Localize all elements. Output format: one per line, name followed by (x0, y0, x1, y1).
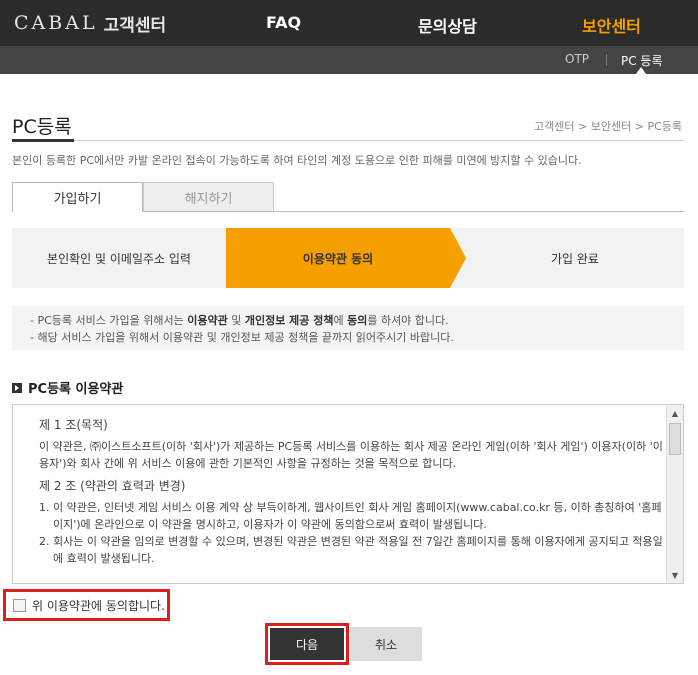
step-progress: 본인확인 및 이메일주소 입력 이용약관 동의 가입 완료 (12, 228, 684, 288)
subnav-divider (606, 54, 607, 66)
scroll-up-icon[interactable]: ▲ (667, 405, 683, 421)
nav-inquiry[interactable]: 문의상담 (418, 13, 477, 37)
page-title: PC등록 (12, 116, 72, 138)
step-complete: 가입 완료 (551, 251, 599, 266)
logo[interactable]: CABAL 고객센터 (14, 11, 167, 36)
next-button-highlight: 다음 (265, 623, 349, 665)
article-2-title: 제 2 조 (약관의 효력과 변경) (39, 479, 186, 493)
scroll-thumb[interactable] (669, 423, 681, 455)
title-divider (12, 140, 684, 141)
tab-join[interactable]: 가입하기 (12, 182, 143, 212)
sub-nav: OTP PC 등록 (0, 46, 698, 74)
terms-content: 제 1 조(목적) 이 약관은, ㈜이스트소프트(이하 '회사')가 제공하는 … (39, 417, 663, 567)
terms-scroll-box[interactable]: 제 1 조(목적) 이 약관은, ㈜이스트소프트(이하 '회사')가 제공하는 … (12, 404, 684, 584)
next-button[interactable]: 다음 (270, 628, 344, 660)
article-2-item: 1. 이 약관은, 인터넷 게임 서비스 이용 계약 상 부득이하게, 웹사이트… (39, 501, 662, 531)
article-2-item: 2. 회사는 이 약관을 임의로 변경할 수 있으며, 변경된 약관은 변경된 … (39, 535, 663, 565)
agree-label[interactable]: 위 이용약관에 동의합니다. (32, 597, 165, 614)
step-identity-email: 본인확인 및 이메일주소 입력 (47, 251, 191, 266)
notice-box: - PC등록 서비스 가입을 위해서는 이용약관 및 개인정보 제공 정책에 동… (12, 306, 684, 350)
cancel-button[interactable]: 취소 (350, 627, 422, 661)
nav-faq[interactable]: FAQ (266, 13, 301, 32)
notice-line-2: - 해당 서비스 가입을 위해서 이용약관 및 개인정보 제공 정책을 끝까지 … (30, 331, 454, 344)
step-terms-agreement: 이용약관 동의 (226, 228, 450, 288)
breadcrumb: 고객센터 > 보안센터 > PC등록 (534, 120, 682, 133)
agree-highlight: 위 이용약관에 동의합니다. (3, 589, 170, 621)
bullet-arrow-icon (12, 382, 22, 393)
step-arrow (450, 228, 466, 288)
tab-divider (143, 211, 684, 212)
article-1-title: 제 1 조(목적) (39, 418, 108, 432)
subnav-otp[interactable]: OTP (565, 52, 589, 66)
top-nav: CABAL 고객센터 FAQ 문의상담 보안센터 (0, 0, 698, 46)
terms-scrollbar[interactable]: ▲ ▼ (666, 405, 683, 583)
page-description: 본인이 등록한 PC에서만 카발 온라인 접속이 가능하도록 하여 타인의 계정… (12, 154, 582, 167)
logo-text: CABAL (14, 12, 98, 34)
scroll-down-icon[interactable]: ▼ (667, 567, 683, 583)
agree-checkbox[interactable] (13, 598, 26, 612)
logo-subtitle: 고객센터 (103, 15, 167, 36)
article-1-body: 이 약관은, ㈜이스트소프트(이하 '회사')가 제공하는 PC등록 서비스를 … (39, 440, 663, 470)
notice-line-1: - PC등록 서비스 가입을 위해서는 이용약관 및 개인정보 제공 정책에 동… (30, 314, 449, 327)
subnav-active-indicator (636, 67, 646, 74)
terms-heading: PC등록 이용약관 (12, 378, 123, 397)
title-underline (12, 139, 74, 142)
tab-cancel-service[interactable]: 해지하기 (143, 182, 274, 212)
nav-security-center[interactable]: 보안센터 (582, 13, 641, 37)
terms-title: PC등록 이용약관 (28, 382, 124, 397)
